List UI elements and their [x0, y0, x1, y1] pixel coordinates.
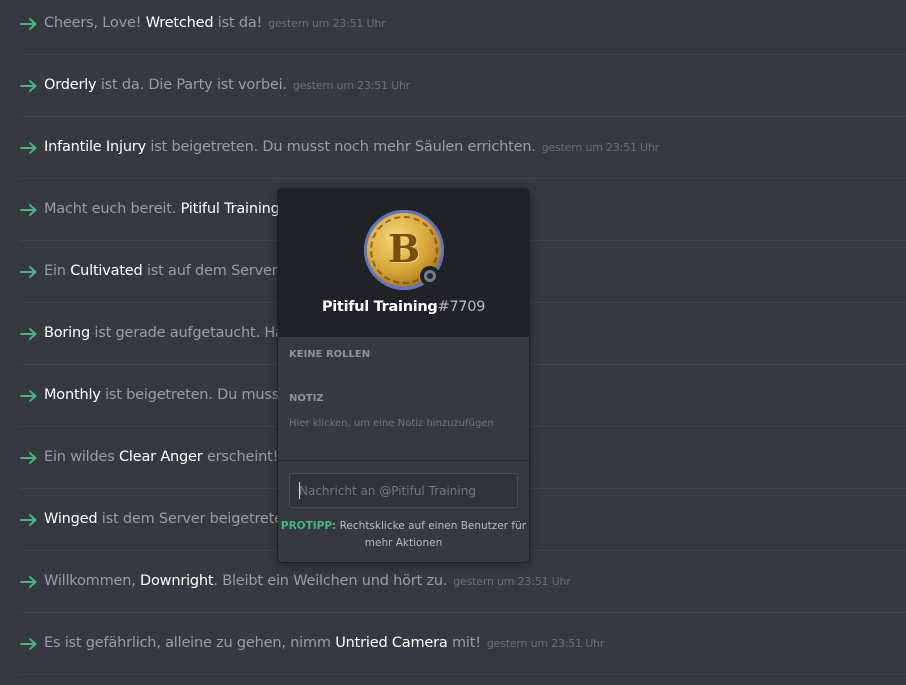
message-row: Es ist gefährlich, alleine zu gehen, nim…	[20, 613, 906, 675]
join-arrow-icon	[20, 80, 37, 92]
message-text: Willkommen, Downright. Bleibt ein Weilch…	[44, 573, 571, 589]
message-prefix: Cheers, Love!	[44, 15, 146, 31]
member-name[interactable]: Orderly	[44, 77, 97, 93]
status-dot	[424, 270, 436, 282]
timestamp: gestern um 23:51 Uhr	[292, 79, 411, 92]
message-suffix: ist auf dem Server ge	[142, 263, 300, 279]
timestamp: gestern um 23:51 Uhr	[541, 141, 660, 154]
message-suffix: erscheint!	[202, 449, 279, 465]
message-prefix: Es ist gefährlich, alleine zu gehen, nim…	[44, 635, 336, 651]
member-name[interactable]: Monthly	[44, 387, 101, 403]
join-arrow-icon	[20, 452, 37, 464]
message-suffix: ist dem Server beigetreten!	[97, 511, 298, 527]
join-arrow-icon	[20, 390, 37, 402]
timestamp: gestern um 23:51 Uhr	[453, 575, 571, 588]
member-name[interactable]: Wretched	[146, 15, 214, 31]
message-suffix: . Bleibt ein Weilchen und hört zu.	[213, 573, 448, 589]
message-text: Ein wildes Clear Anger erscheint!ge	[44, 449, 298, 465]
member-name[interactable]: Cultivated	[70, 263, 143, 279]
roles-title: KEINE ROLLEN	[289, 349, 371, 360]
protip-text-2: mehr Aktionen	[364, 537, 443, 549]
timestamp: gestern um 23:51 Uhr	[268, 17, 386, 30]
member-name[interactable]: Clear Anger	[119, 449, 203, 465]
message-prefix: Macht euch bereit.	[44, 201, 181, 217]
bitcoin-icon: B	[387, 226, 421, 271]
note-title: NOTIZ	[289, 393, 324, 404]
protip: PROTIPP: Rechtsklicke auf einen Benutzer…	[278, 518, 529, 552]
message-text: Cheers, Love! Wretched ist da! gestern um…	[44, 15, 386, 31]
username: Pitiful Training	[321, 299, 438, 315]
member-name[interactable]: Untried Camera	[335, 635, 448, 651]
message-suffix: ist gerade aufgetaucht. Halte	[90, 325, 302, 341]
message-row: Infantile Injury ist beigetreten. Du mus…	[20, 117, 906, 179]
text-caret	[299, 482, 300, 499]
message-suffix: ist beigetreten. Du musst noch mehr Säul…	[145, 139, 536, 155]
member-name[interactable]: Boring	[44, 325, 90, 341]
message-text: Orderly ist da. Die Party ist vorbei. ges…	[44, 77, 410, 93]
message-text: Ein Cultivated ist auf dem Server ge	[44, 263, 306, 279]
message-row: Orderly ist da. Die Party ist vorbei. ges…	[20, 55, 906, 117]
message-text: Infantile Injury ist beigetreten. Du mus…	[44, 139, 659, 155]
member-name[interactable]: Infantile Injury	[44, 139, 146, 155]
message-text: Macht euch bereit. Pitiful Training m	[44, 201, 304, 217]
status-offline-icon	[420, 266, 440, 286]
popout-header: B Pitiful Training#7709	[278, 189, 529, 337]
message-suffix: ist da!	[213, 15, 263, 31]
note-field[interactable]: Hier klicken, um eine Notiz hinzuzufügen	[289, 418, 494, 429]
join-arrow-icon	[20, 576, 37, 588]
join-arrow-icon	[20, 142, 37, 154]
protip-text: Rechtsklicke auf einen Benutzer für	[336, 520, 527, 532]
message-prefix: Ein wildes	[44, 449, 119, 465]
member-name[interactable]: Pitiful Training	[181, 201, 280, 217]
discriminator: #7709	[437, 299, 486, 315]
message-suffix: ist da. Die Party ist vorbei.	[96, 77, 287, 93]
join-arrow-icon	[20, 514, 37, 526]
member-name[interactable]: Winged	[44, 511, 98, 527]
message-row: Cheers, Love! Wretched ist da! gestern um…	[20, 0, 906, 55]
join-arrow-icon	[20, 328, 37, 340]
protip-label: PROTIPP:	[280, 520, 337, 532]
message-text: Boring ist gerade aufgetaucht. Halte	[44, 325, 308, 341]
message-text: Es ist gefährlich, alleine zu gehen, nim…	[44, 635, 604, 651]
member-name[interactable]: Downright	[140, 573, 214, 589]
user-popout: B Pitiful Training#7709 KEINE ROLLEN NOT…	[278, 189, 529, 562]
divider	[278, 460, 529, 461]
join-arrow-icon	[20, 266, 37, 278]
message-suffix: mit!	[447, 635, 481, 651]
message-suffix: ist beigetreten. Du musst n	[100, 387, 298, 403]
timestamp: gestern um 23:51 Uhr	[486, 637, 605, 650]
message-text: Winged ist dem Server beigetreten!	[44, 511, 303, 527]
direct-message-input[interactable]	[289, 473, 518, 508]
message-prefix: Ein	[44, 263, 71, 279]
join-arrow-icon	[20, 18, 37, 30]
message-prefix: Willkommen,	[44, 573, 141, 589]
join-arrow-icon	[20, 204, 37, 216]
status-dot-hole	[427, 273, 433, 279]
join-arrow-icon	[20, 638, 37, 650]
popout-username[interactable]: Pitiful Training#7709	[278, 299, 529, 315]
